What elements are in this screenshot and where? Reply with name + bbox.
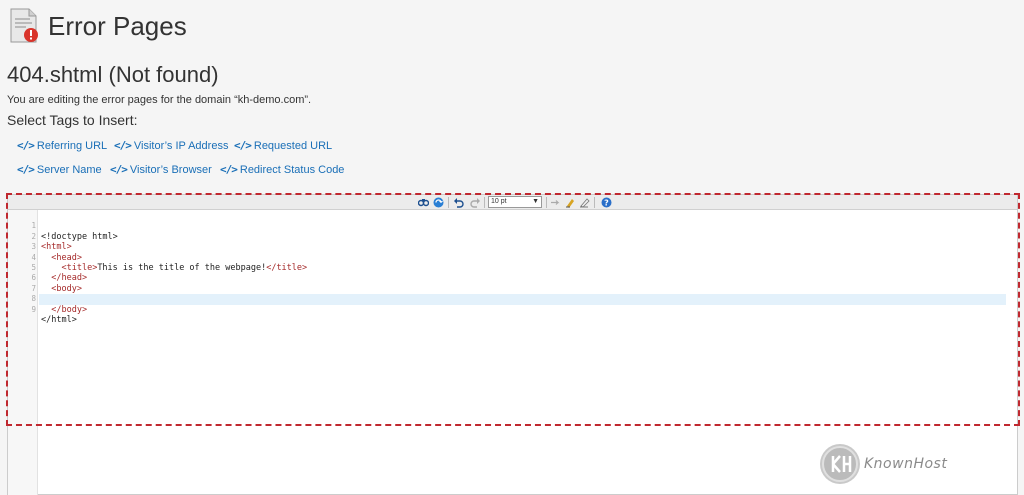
tag-visitors-browser[interactable]: </> Visitor’s Browser xyxy=(110,163,212,176)
tag-label: Redirect Status Code xyxy=(239,163,345,176)
code-icon: </> xyxy=(110,163,128,176)
code-icon: </> xyxy=(114,139,132,152)
page-title: Error Pages xyxy=(48,11,187,41)
toolbar-separator xyxy=(594,197,595,208)
toolbar-separator xyxy=(448,197,449,208)
help-icon[interactable]: ? xyxy=(601,197,612,208)
reset-icon[interactable] xyxy=(579,197,590,208)
error-document-icon xyxy=(10,8,38,43)
svg-text:?: ? xyxy=(604,199,609,208)
tag-redirect-status-code[interactable]: </> Redirect Status Code xyxy=(220,163,344,176)
code-icon: </> xyxy=(234,139,252,152)
tag-label: Requested URL xyxy=(253,139,333,152)
code-text: </body> xyxy=(51,304,88,315)
code-line: 2 <html> xyxy=(8,221,1017,252)
tag-label: Visitor’s Browser xyxy=(129,163,212,176)
code-line: 8 </body> xyxy=(8,284,1017,314)
code-line: 1 <!doctype html> xyxy=(8,211,1017,241)
file-title: 404.shtml (Not found) xyxy=(7,62,219,87)
knownhost-logo-mark xyxy=(831,455,852,473)
code-icon: </> xyxy=(220,163,238,176)
font-size-value: 10 pt xyxy=(491,198,507,205)
search-replace-icon[interactable] xyxy=(433,197,444,208)
watermark: KnownHost xyxy=(822,446,947,482)
code-icon: </> xyxy=(17,139,35,152)
line-number: 9 xyxy=(31,304,36,314)
font-size-select[interactable]: 10 pt ▼ xyxy=(488,196,542,208)
code-icon: </> xyxy=(17,163,35,176)
code-line: 7 <p>This is an example paragraph. Anyth… xyxy=(8,273,1017,304)
code-text: </html> xyxy=(41,315,77,325)
toolbar-separator xyxy=(546,197,547,208)
tag-referring-url[interactable]: </> Referring URL xyxy=(17,139,107,152)
tag-label: Visitor’s IP Address xyxy=(133,139,229,152)
code-line: 5 </head> xyxy=(8,253,1017,283)
undo-icon[interactable] xyxy=(453,197,464,208)
tags-heading: Select Tags to Insert: xyxy=(7,112,138,128)
tag-requested-url[interactable]: </> Requested URL xyxy=(234,139,332,152)
tag-label: Referring URL xyxy=(36,139,108,152)
code-line: 6 <body> xyxy=(8,263,1017,293)
domain-note: You are editing the error pages for the … xyxy=(7,94,312,106)
page-header: Error Pages xyxy=(0,0,1024,50)
tag-visitors-ip-address[interactable]: </> Visitor’s IP Address xyxy=(114,139,228,152)
tag-label: Server Name xyxy=(36,163,102,176)
toolbar-separator xyxy=(484,197,485,208)
redo-icon[interactable] xyxy=(470,197,481,208)
tag-server-name[interactable]: </> Server Name xyxy=(17,163,102,176)
code-line: 3 <head> xyxy=(8,232,1017,262)
word-wrap-icon[interactable] xyxy=(550,197,561,208)
highlight-icon[interactable] xyxy=(565,197,576,208)
search-icon[interactable] xyxy=(418,197,429,208)
code-line: 9 </html> xyxy=(8,294,1017,325)
knownhost-logo xyxy=(822,446,858,482)
watermark-text: KnownHost xyxy=(864,456,948,472)
code-line: 4 <title>This is the title of the webpag… xyxy=(8,242,1017,273)
chevron-down-icon: ▼ xyxy=(532,198,539,205)
editor-toolbar: 10 pt ▼ ? xyxy=(8,195,1017,210)
